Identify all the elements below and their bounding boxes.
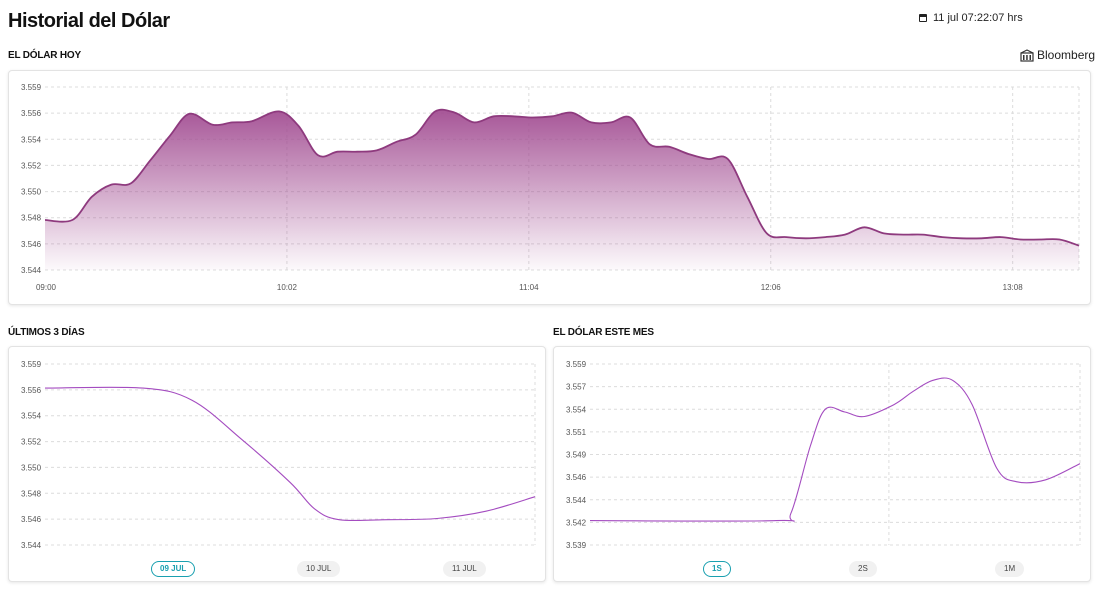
tab-10-jul[interactable]: 10 JUL <box>297 561 341 577</box>
x-tick-label: 13:08 <box>1003 283 1024 292</box>
timestamp-text: 11 jul 07:22:07 hrs <box>933 12 1023 24</box>
y-tick-label: 3.554 <box>21 135 42 144</box>
month-section-title: EL DÓLAR ESTE MES <box>553 327 654 338</box>
y-tick-label: 3.552 <box>21 438 42 447</box>
today-section-title: EL DÓLAR HOY <box>8 50 81 61</box>
today-chart[interactable]: 3.559 3.556 3.554 3.552 3.550 3.548 3.546 3.544… <box>9 71 1092 306</box>
y-tick-label: 3.539 <box>566 541 587 550</box>
tab-09-jul[interactable]: 09 JUL <box>151 561 196 577</box>
y-tick-label: 3.559 <box>21 83 42 92</box>
tab-11-jul[interactable]: 11 JUL <box>443 561 486 577</box>
y-tick-label: 3.557 <box>566 383 587 392</box>
y-tick-label: 3.544 <box>566 496 587 505</box>
three-days-chart-card: 3.559 3.556 3.554 3.552 3.550 3.548 3.546 3.544… <box>8 346 546 582</box>
month-chart[interactable]: 3.559 3.557 3.554 3.551 3.549 3.546 3.544 3.542… <box>554 347 1092 583</box>
y-tick-label: 3.556 <box>21 386 42 395</box>
y-tick-label: 3.548 <box>21 214 42 223</box>
tab-2s[interactable]: 2S <box>849 561 877 577</box>
calendar-icon <box>919 14 927 22</box>
y-tick-label: 3.546 <box>566 473 587 482</box>
y-tick-label: 3.559 <box>566 360 587 369</box>
page-title: Historial del Dólar <box>8 10 170 32</box>
timestamp: 11 jul 07:22:07 hrs <box>919 12 1023 24</box>
building-icon <box>1020 48 1034 62</box>
y-tick-label: 3.542 <box>566 518 587 527</box>
y-tick-label: 3.559 <box>21 360 42 369</box>
x-tick-label: 11:04 <box>519 283 539 292</box>
tab-1s[interactable]: 1S <box>703 561 731 577</box>
y-tick-label: 3.554 <box>21 412 42 421</box>
series-line <box>44 386 536 522</box>
source-label[interactable]: Bloomberg <box>1020 48 1095 62</box>
x-tick-label: 10:02 <box>277 283 298 292</box>
y-tick-label: 3.554 <box>566 405 587 414</box>
y-tick-label: 3.546 <box>21 240 42 249</box>
y-tick-label: 3.552 <box>21 161 42 170</box>
month-chart-card: 3.559 3.557 3.554 3.551 3.549 3.546 3.544 3.542… <box>553 346 1091 582</box>
y-tick-label: 3.549 <box>566 451 587 460</box>
x-tick-label: 12:06 <box>761 283 782 292</box>
three-days-chart[interactable]: 3.559 3.556 3.554 3.552 3.550 3.548 3.546 3.544 <box>9 347 547 583</box>
y-tick-label: 3.550 <box>21 463 42 472</box>
x-tick-label: 09:00 <box>36 283 57 292</box>
source-text: Bloomberg <box>1037 48 1096 62</box>
y-tick-label: 3.551 <box>566 428 587 437</box>
y-tick-label: 3.548 <box>21 489 42 498</box>
y-tick-label: 3.544 <box>21 541 42 550</box>
y-tick-label: 3.556 <box>21 109 42 118</box>
series-area <box>45 109 1079 270</box>
y-tick-label: 3.546 <box>21 515 42 524</box>
y-tick-label: 3.550 <box>21 188 42 197</box>
y-tick-label: 3.544 <box>21 266 42 275</box>
three-days-section-title: ÚLTIMOS 3 DÍAS <box>8 327 85 338</box>
today-chart-card: 3.559 3.556 3.554 3.552 3.550 3.548 3.546 3.544… <box>8 70 1091 305</box>
tab-1m[interactable]: 1M <box>995 561 1025 577</box>
